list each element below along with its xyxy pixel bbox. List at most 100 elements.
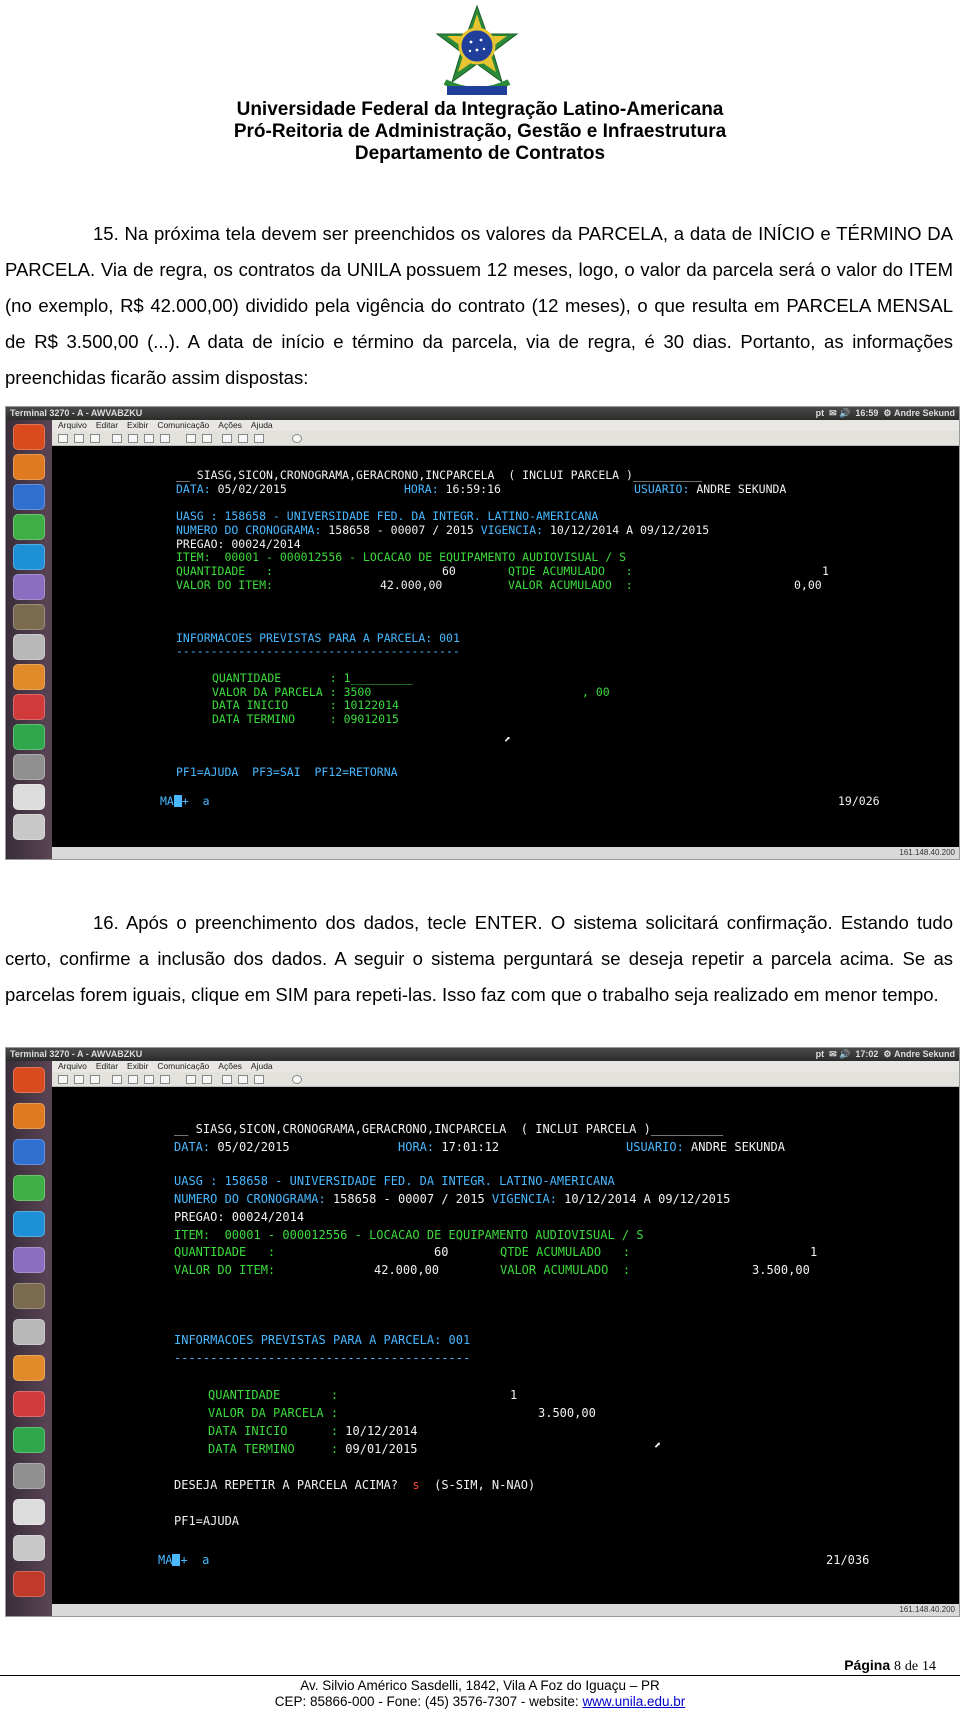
function-keys-line[interactable]: PF1=AJUDA [174,1514,239,1528]
reconnect-icon[interactable] [238,1075,248,1084]
repeat-installment-input[interactable]: s [412,1478,419,1492]
menu-acoes[interactable]: Ações [218,420,242,430]
help-icon[interactable] [292,434,302,443]
gimp-icon[interactable] [13,1283,45,1309]
help-icon[interactable] [292,1075,302,1084]
field-installment-value-input[interactable]: 3500 [344,685,372,699]
files-icon[interactable] [13,454,45,480]
menu-editar[interactable]: Editar [96,1061,118,1071]
pidgin-icon[interactable] [13,574,45,600]
menu-editar[interactable]: Editar [96,420,118,430]
scanner-icon[interactable] [13,1535,45,1561]
document-icon[interactable] [13,784,45,810]
skype-icon[interactable] [13,1211,45,1237]
field-installment-cents-input[interactable]: , 00 [582,685,610,699]
session-user[interactable]: Andre Sekund [894,408,955,418]
document-icon[interactable] [13,1499,45,1525]
vlc-icon[interactable] [13,1355,45,1381]
calculator-icon[interactable] [13,754,45,780]
field-start-date-input[interactable]: 10122014 [344,698,399,712]
disconnect-icon[interactable] [202,434,212,443]
gimp-icon[interactable] [13,604,45,630]
auction-line: PREGAO: 00024/2014 [176,537,301,551]
disk-icon[interactable] [13,634,45,660]
preferences-icon[interactable] [254,1075,264,1084]
disk-icon[interactable] [13,1319,45,1345]
field-installment-value-label: VALOR DA PARCELA : [212,685,337,699]
preferences-icon[interactable] [254,434,264,443]
uasg-line: UASG : 158658 - UNIVERSIDADE FED. DA INT… [176,509,599,523]
repeat-installment-prompt: DESEJA REPETIR A PARCELA ACIMA? [174,1478,398,1492]
paragraph-step-16: 16. Após o preenchimento dos dados, tecl… [5,905,953,1013]
transfer-icon[interactable] [222,1075,232,1084]
terminal-screen[interactable]: __ SIASG,SICON,CRONOGRAMA,GERACRONO,INCP… [52,1088,959,1604]
cut-icon[interactable] [74,434,84,443]
cut-icon[interactable] [74,1075,84,1084]
field-quantity-value[interactable]: 1 [510,1388,517,1402]
save-icon[interactable] [128,1075,138,1084]
print-icon[interactable] [112,434,122,443]
firefox-icon[interactable] [13,1139,45,1165]
field-end-date-input[interactable]: 09012015 [344,712,399,726]
open-icon[interactable] [144,434,154,443]
website-link[interactable]: www.unila.edu.br [582,1694,685,1709]
function-keys-line[interactable]: PF1=AJUDA PF3=SAI PF12=RETORNA [176,765,398,779]
firefox-icon[interactable] [13,484,45,510]
settings-icon[interactable] [13,694,45,720]
language-indicator[interactable]: pt [816,408,825,418]
bin-icon[interactable] [13,1571,45,1597]
keyboard-icon[interactable] [160,1075,170,1084]
menu-exibir[interactable]: Exibir [127,1061,148,1071]
paragraph-step-16-text: 16. Após o preenchimento dos dados, tecl… [5,912,953,1005]
session-user[interactable]: Andre Sekund [894,1049,955,1059]
calculator-icon[interactable] [13,1463,45,1489]
presentation-icon[interactable] [13,724,45,750]
settings-icon[interactable] [13,1391,45,1417]
language-indicator[interactable]: pt [816,1049,825,1059]
vlc-icon[interactable] [13,664,45,690]
chrome-icon[interactable] [13,1175,45,1201]
field-start-date-value[interactable]: 10/12/2014 [345,1424,417,1438]
field-end-date-value[interactable]: 09/01/2015 [345,1442,417,1456]
validity-value: 10/12/2014 A 09/12/2015 [564,1192,731,1206]
menu-comunicacao[interactable]: Comunicação [157,1061,209,1071]
skype-icon[interactable] [13,544,45,570]
chrome-icon[interactable] [13,514,45,540]
menu-arquivo[interactable]: Arquivo [58,1061,87,1071]
menu-ajuda[interactable]: Ajuda [251,420,273,430]
dash-icon[interactable] [13,1067,45,1093]
dash-icon[interactable] [13,424,45,450]
reconnect-icon[interactable] [238,434,248,443]
keyboard-icon[interactable] [160,434,170,443]
copy-icon[interactable] [58,434,68,443]
scanner-icon[interactable] [13,814,45,840]
field-quantity-input[interactable]: 1_________ [344,671,413,685]
toolbar [52,1072,959,1087]
terminal-screenshot-2: Terminal 3270 - A - AWVABZKU pt ✉ 🔊 17:0… [5,1047,960,1617]
menu-arquivo[interactable]: Arquivo [58,420,87,430]
files-icon[interactable] [13,1103,45,1129]
presentation-icon[interactable] [13,1427,45,1453]
time-label: HORA: [404,482,439,496]
paste-icon[interactable] [90,434,100,443]
connect-icon[interactable] [186,1075,196,1084]
menu-exibir[interactable]: Exibir [127,420,148,430]
pidgin-icon[interactable] [13,1247,45,1273]
paste-icon[interactable] [90,1075,100,1084]
copy-icon[interactable] [58,1075,68,1084]
transfer-icon[interactable] [222,434,232,443]
command-line[interactable]: __ SIASG,SICON,CRONOGRAMA,GERACRONO,INCP… [176,468,702,482]
user-value: ANDRE SEKUNDA [691,1140,785,1154]
connect-icon[interactable] [186,434,196,443]
menu-acoes[interactable]: Ações [218,1061,242,1071]
terminal-screen[interactable]: __ SIASG,SICON,CRONOGRAMA,GERACRONO,INCP… [52,447,959,847]
save-icon[interactable] [128,434,138,443]
print-icon[interactable] [112,1075,122,1084]
menu-ajuda[interactable]: Ajuda [251,1061,273,1071]
disconnect-icon[interactable] [202,1075,212,1084]
brazil-coat-of-arms-seal [435,4,519,95]
menu-comunicacao[interactable]: Comunicação [157,420,209,430]
command-line[interactable]: __ SIASG,SICON,CRONOGRAMA,GERACRONO,INCP… [174,1122,723,1136]
open-icon[interactable] [144,1075,154,1084]
field-installment-value[interactable]: 3.500,00 [538,1406,596,1420]
